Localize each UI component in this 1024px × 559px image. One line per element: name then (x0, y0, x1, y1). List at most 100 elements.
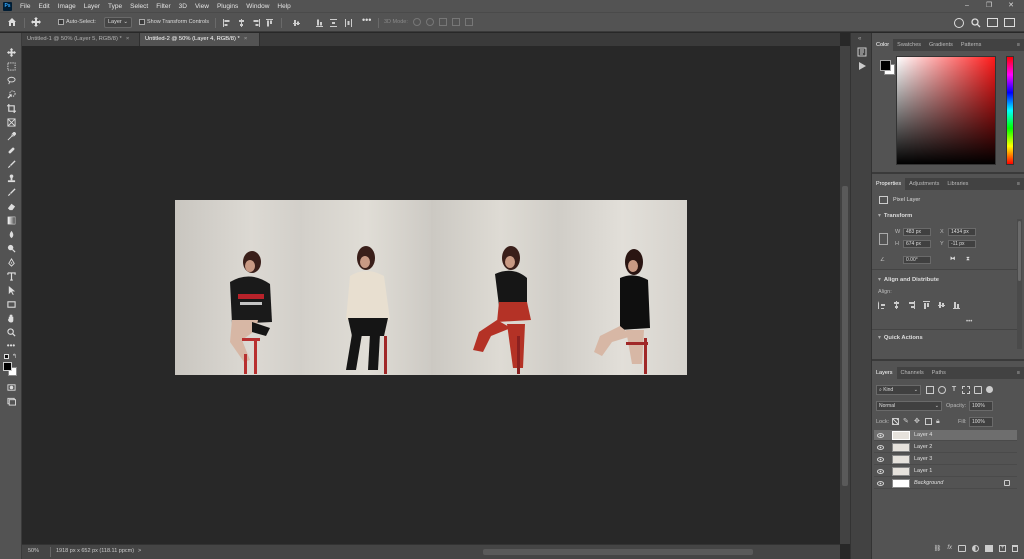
vertical-scrollbar[interactable] (840, 46, 850, 544)
healing-brush-tool-icon[interactable] (5, 145, 17, 156)
visibility-eye-icon[interactable] (877, 480, 884, 487)
filter-shape-icon[interactable] (962, 386, 970, 394)
height-field[interactable]: 674 px (903, 240, 931, 248)
distribute-vertical-icon[interactable] (330, 19, 337, 27)
blend-mode-dropdown[interactable]: Normal ⌄ (876, 401, 942, 411)
panel-menu-icon[interactable]: ≡ (1013, 178, 1024, 190)
panel-align-left-icon[interactable] (878, 301, 885, 309)
lasso-tool-icon[interactable] (5, 75, 17, 86)
lock-artboard-icon[interactable] (925, 418, 932, 425)
quick-selection-tool-icon[interactable] (5, 89, 17, 100)
layer-style-icon[interactable]: fx (947, 545, 952, 554)
home-icon[interactable] (7, 17, 19, 28)
tab-untitled-1[interactable]: Untitled-1 @ 50% (Layer 5, RGB/8) * × (22, 33, 140, 46)
hand-tool-icon[interactable] (5, 313, 17, 324)
restore-button[interactable]: ❐ (978, 0, 1000, 12)
workspace-icon[interactable] (987, 18, 998, 27)
add-mask-icon[interactable] (958, 545, 966, 552)
panel-menu-icon[interactable]: ≡ (1013, 367, 1024, 379)
crop-tool-icon[interactable] (5, 103, 17, 114)
width-field[interactable]: 483 px (903, 228, 931, 236)
properties-scrollbar[interactable] (1017, 219, 1022, 349)
history-brush-tool-icon[interactable] (5, 187, 17, 198)
tab-layers[interactable]: Layers (872, 367, 897, 379)
panel-align-right-icon[interactable] (908, 301, 915, 309)
color-picker-field[interactable] (896, 56, 996, 165)
new-layer-icon[interactable]: + (999, 545, 1006, 552)
menu-image[interactable]: Image (54, 3, 80, 10)
transform-section[interactable]: ▾ Transform (878, 213, 912, 219)
align-distribute-section[interactable]: ▾ Align and Distribute (878, 277, 939, 283)
visibility-eye-icon[interactable] (877, 468, 884, 475)
3d-drag-icon[interactable] (439, 18, 447, 26)
menu-window[interactable]: Window (242, 3, 273, 10)
flip-vertical-icon[interactable]: ⧗ (966, 256, 970, 263)
tab-properties[interactable]: Properties (872, 178, 906, 190)
search-icon[interactable] (971, 18, 981, 28)
tab-patterns[interactable]: Patterns (957, 39, 985, 51)
auto-select-dropdown[interactable]: Layer ⌄ (104, 17, 132, 28)
new-group-icon[interactable] (985, 545, 993, 552)
lock-all-icon[interactable]: 🔒︎ (936, 418, 943, 425)
align-right-icon[interactable] (253, 19, 260, 27)
lock-position-icon[interactable]: ✥ (914, 418, 921, 425)
3d-slide-icon[interactable] (452, 18, 460, 26)
align-horizontal-center-icon[interactable] (238, 19, 245, 27)
panel-menu-icon[interactable]: ≡ (1013, 39, 1024, 51)
link-dimensions-icon[interactable] (879, 233, 888, 245)
filter-toggle-icon[interactable] (986, 386, 993, 393)
share-export-icon[interactable] (1004, 18, 1015, 27)
move-tool-preset-icon[interactable] (31, 17, 45, 28)
document-canvas-image[interactable] (175, 200, 687, 375)
move-tool-icon[interactable] (5, 47, 17, 58)
visibility-eye-icon[interactable] (877, 456, 884, 463)
tab-color[interactable]: Color (872, 39, 894, 51)
align-bottom-icon[interactable] (316, 19, 323, 27)
layer-row[interactable]: Layer 3 (874, 454, 1017, 465)
panel-align-top-icon[interactable] (923, 301, 930, 309)
opacity-field[interactable]: 100% (969, 401, 993, 411)
3d-scale-icon[interactable] (465, 18, 473, 26)
menu-3d[interactable]: 3D (175, 3, 191, 10)
clone-stamp-tool-icon[interactable] (5, 173, 17, 184)
layer-row[interactable]: Layer 2 (874, 442, 1017, 453)
layer-row[interactable]: Layer 1 (874, 466, 1017, 477)
more-align-options-icon[interactable]: ••• (966, 319, 972, 325)
align-left-icon[interactable] (223, 19, 230, 27)
panel-align-bottom-icon[interactable] (953, 301, 960, 309)
panel-align-center-icon[interactable] (893, 301, 900, 309)
gradient-tool-icon[interactable] (5, 215, 17, 226)
flip-horizontal-icon[interactable]: ⧓ (950, 256, 956, 262)
visibility-eye-icon[interactable] (877, 444, 884, 451)
distribute-horizontal-icon[interactable] (345, 19, 352, 27)
tab-swatches[interactable]: Swatches (893, 39, 925, 51)
brush-tool-icon[interactable] (5, 159, 17, 170)
3d-roll-icon[interactable] (426, 18, 434, 26)
close-window-button[interactable]: ✕ (1000, 0, 1022, 12)
angle-field[interactable]: 0.00° (903, 256, 931, 264)
menu-select[interactable]: Select (126, 3, 152, 10)
menu-plugins[interactable]: Plugins (213, 3, 242, 10)
fill-field[interactable]: 100% (969, 417, 993, 427)
menu-view[interactable]: View (191, 3, 213, 10)
edit-toolbar-icon[interactable]: ••• (5, 340, 17, 351)
menu-type[interactable]: Type (104, 3, 126, 10)
zoom-level[interactable]: 50% (28, 548, 39, 554)
menu-file[interactable]: File (16, 3, 34, 10)
more-options-icon[interactable]: ••• (362, 15, 371, 26)
menu-help[interactable]: Help (273, 3, 294, 10)
foreground-color-swatch[interactable] (3, 362, 12, 371)
default-colors-icon[interactable] (4, 354, 9, 359)
tab-adjustments[interactable]: Adjustments (905, 178, 943, 190)
eyedropper-tool-icon[interactable] (5, 131, 17, 142)
align-top-icon[interactable] (266, 19, 273, 27)
panel-align-middle-icon[interactable] (938, 301, 945, 309)
menu-layer[interactable]: Layer (80, 3, 104, 10)
lock-transparency-icon[interactable] (892, 418, 899, 425)
close-tab-icon[interactable]: × (244, 36, 247, 42)
tab-channels[interactable]: Channels (897, 367, 928, 379)
color-fg-swatch[interactable] (880, 60, 891, 71)
3d-orbit-icon[interactable] (413, 18, 421, 26)
share-icon[interactable] (954, 18, 964, 28)
marquee-tool-icon[interactable] (5, 61, 17, 72)
